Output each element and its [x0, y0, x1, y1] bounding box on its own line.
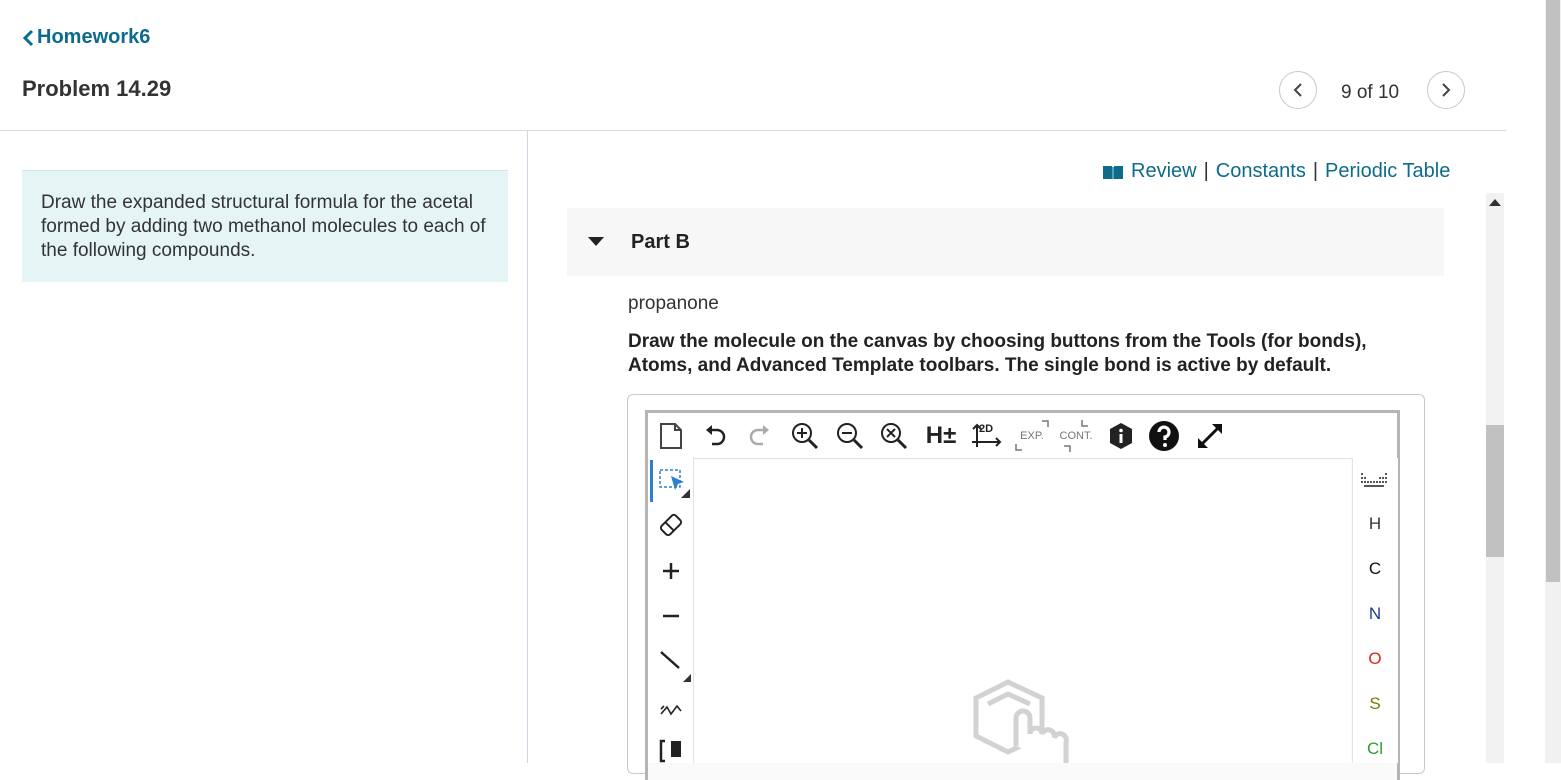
back-to-homework-link[interactable]: Homework6 [22, 26, 150, 49]
resource-links: Review | Constants | Periodic Table [1102, 160, 1450, 183]
part-label: Part B [631, 231, 690, 253]
atom-c-label: C [1368, 559, 1382, 578]
info-icon[interactable] [1106, 420, 1136, 452]
problem-intro: Draw the expanded structural formula for… [22, 170, 508, 282]
increase-charge-icon[interactable] [652, 552, 690, 590]
eraser-icon[interactable] [652, 506, 690, 544]
atom-h-label: H [1368, 514, 1382, 533]
link-separator: | [1203, 160, 1209, 182]
selection-icon [659, 469, 690, 498]
contract-label: CONT. [1059, 430, 1093, 442]
undo-icon[interactable] [700, 420, 730, 452]
atom-n-button[interactable]: N [1364, 604, 1386, 624]
canvas-placeholder-icon [972, 676, 1072, 763]
zoom-reset-icon[interactable] [878, 420, 910, 452]
atom-o-label: O [1368, 649, 1382, 668]
toggle-hydrogens-button[interactable]: H± [922, 420, 960, 452]
link-separator: | [1312, 160, 1319, 182]
atom-n-label: N [1368, 604, 1382, 623]
help-icon[interactable] [1147, 418, 1181, 454]
select-tool[interactable] [650, 460, 691, 502]
single-bond-icon[interactable] [650, 641, 692, 683]
atom-h-button[interactable]: H [1364, 514, 1386, 534]
column-divider [527, 131, 528, 763]
redo-icon[interactable] [745, 420, 775, 452]
clean-2d-button[interactable]: 2D [968, 420, 1004, 452]
compound-name: propanone [628, 293, 719, 314]
expand-label: EXP. [1020, 430, 1044, 442]
chevron-left-icon [22, 29, 34, 46]
atom-cl-button[interactable]: Cl [1364, 739, 1386, 759]
constants-link[interactable]: Constants [1216, 160, 1306, 183]
chevron-right-icon [1442, 83, 1451, 97]
periodic-table-link[interactable]: Periodic Table [1325, 160, 1450, 183]
header-divider [0, 130, 1506, 131]
review-link[interactable]: Review [1131, 160, 1197, 183]
bracket-tool-icon[interactable] [652, 733, 690, 763]
chevron-left-icon [1293, 83, 1302, 97]
page-scrollbar-thumb[interactable] [1546, 0, 1560, 582]
problem-position: 9 of 10 [1341, 82, 1400, 103]
part-b-header[interactable] [567, 208, 1444, 276]
panel-scrollbar-thumb[interactable] [1486, 425, 1504, 557]
collapse-caret-icon[interactable] [588, 237, 604, 246]
atom-s-label: S [1369, 694, 1381, 713]
problem-intro-text: Draw the expanded structural formula for… [41, 192, 486, 261]
zoom-in-icon[interactable] [789, 420, 821, 452]
expand-button[interactable]: EXP. [1012, 418, 1052, 454]
next-problem-button[interactable] [1427, 71, 1465, 109]
zoom-out-icon[interactable] [834, 420, 866, 452]
atom-s-button[interactable]: S [1364, 694, 1386, 714]
fullscreen-icon[interactable] [1193, 419, 1227, 453]
scroll-up-arrow-icon[interactable] [1489, 199, 1501, 206]
new-document-icon[interactable] [656, 420, 686, 452]
book-icon [1103, 165, 1123, 179]
clean-2d-label: 2D [979, 423, 994, 435]
periodic-table-icon[interactable] [1358, 466, 1392, 496]
atom-cl-label: Cl [1366, 739, 1384, 758]
chain-tool-icon[interactable] [652, 688, 690, 726]
atom-c-button[interactable]: C [1364, 559, 1386, 579]
previous-problem-button[interactable] [1279, 71, 1317, 109]
contract-button[interactable]: CONT. [1056, 418, 1096, 454]
atom-o-button[interactable]: O [1364, 649, 1386, 669]
problem-title: Problem 14.29 [22, 76, 172, 101]
decrease-charge-icon[interactable] [652, 597, 690, 635]
drawing-instructions: Draw the molecule on the canvas by choos… [628, 331, 1367, 376]
back-link-label: Homework6 [37, 26, 151, 48]
